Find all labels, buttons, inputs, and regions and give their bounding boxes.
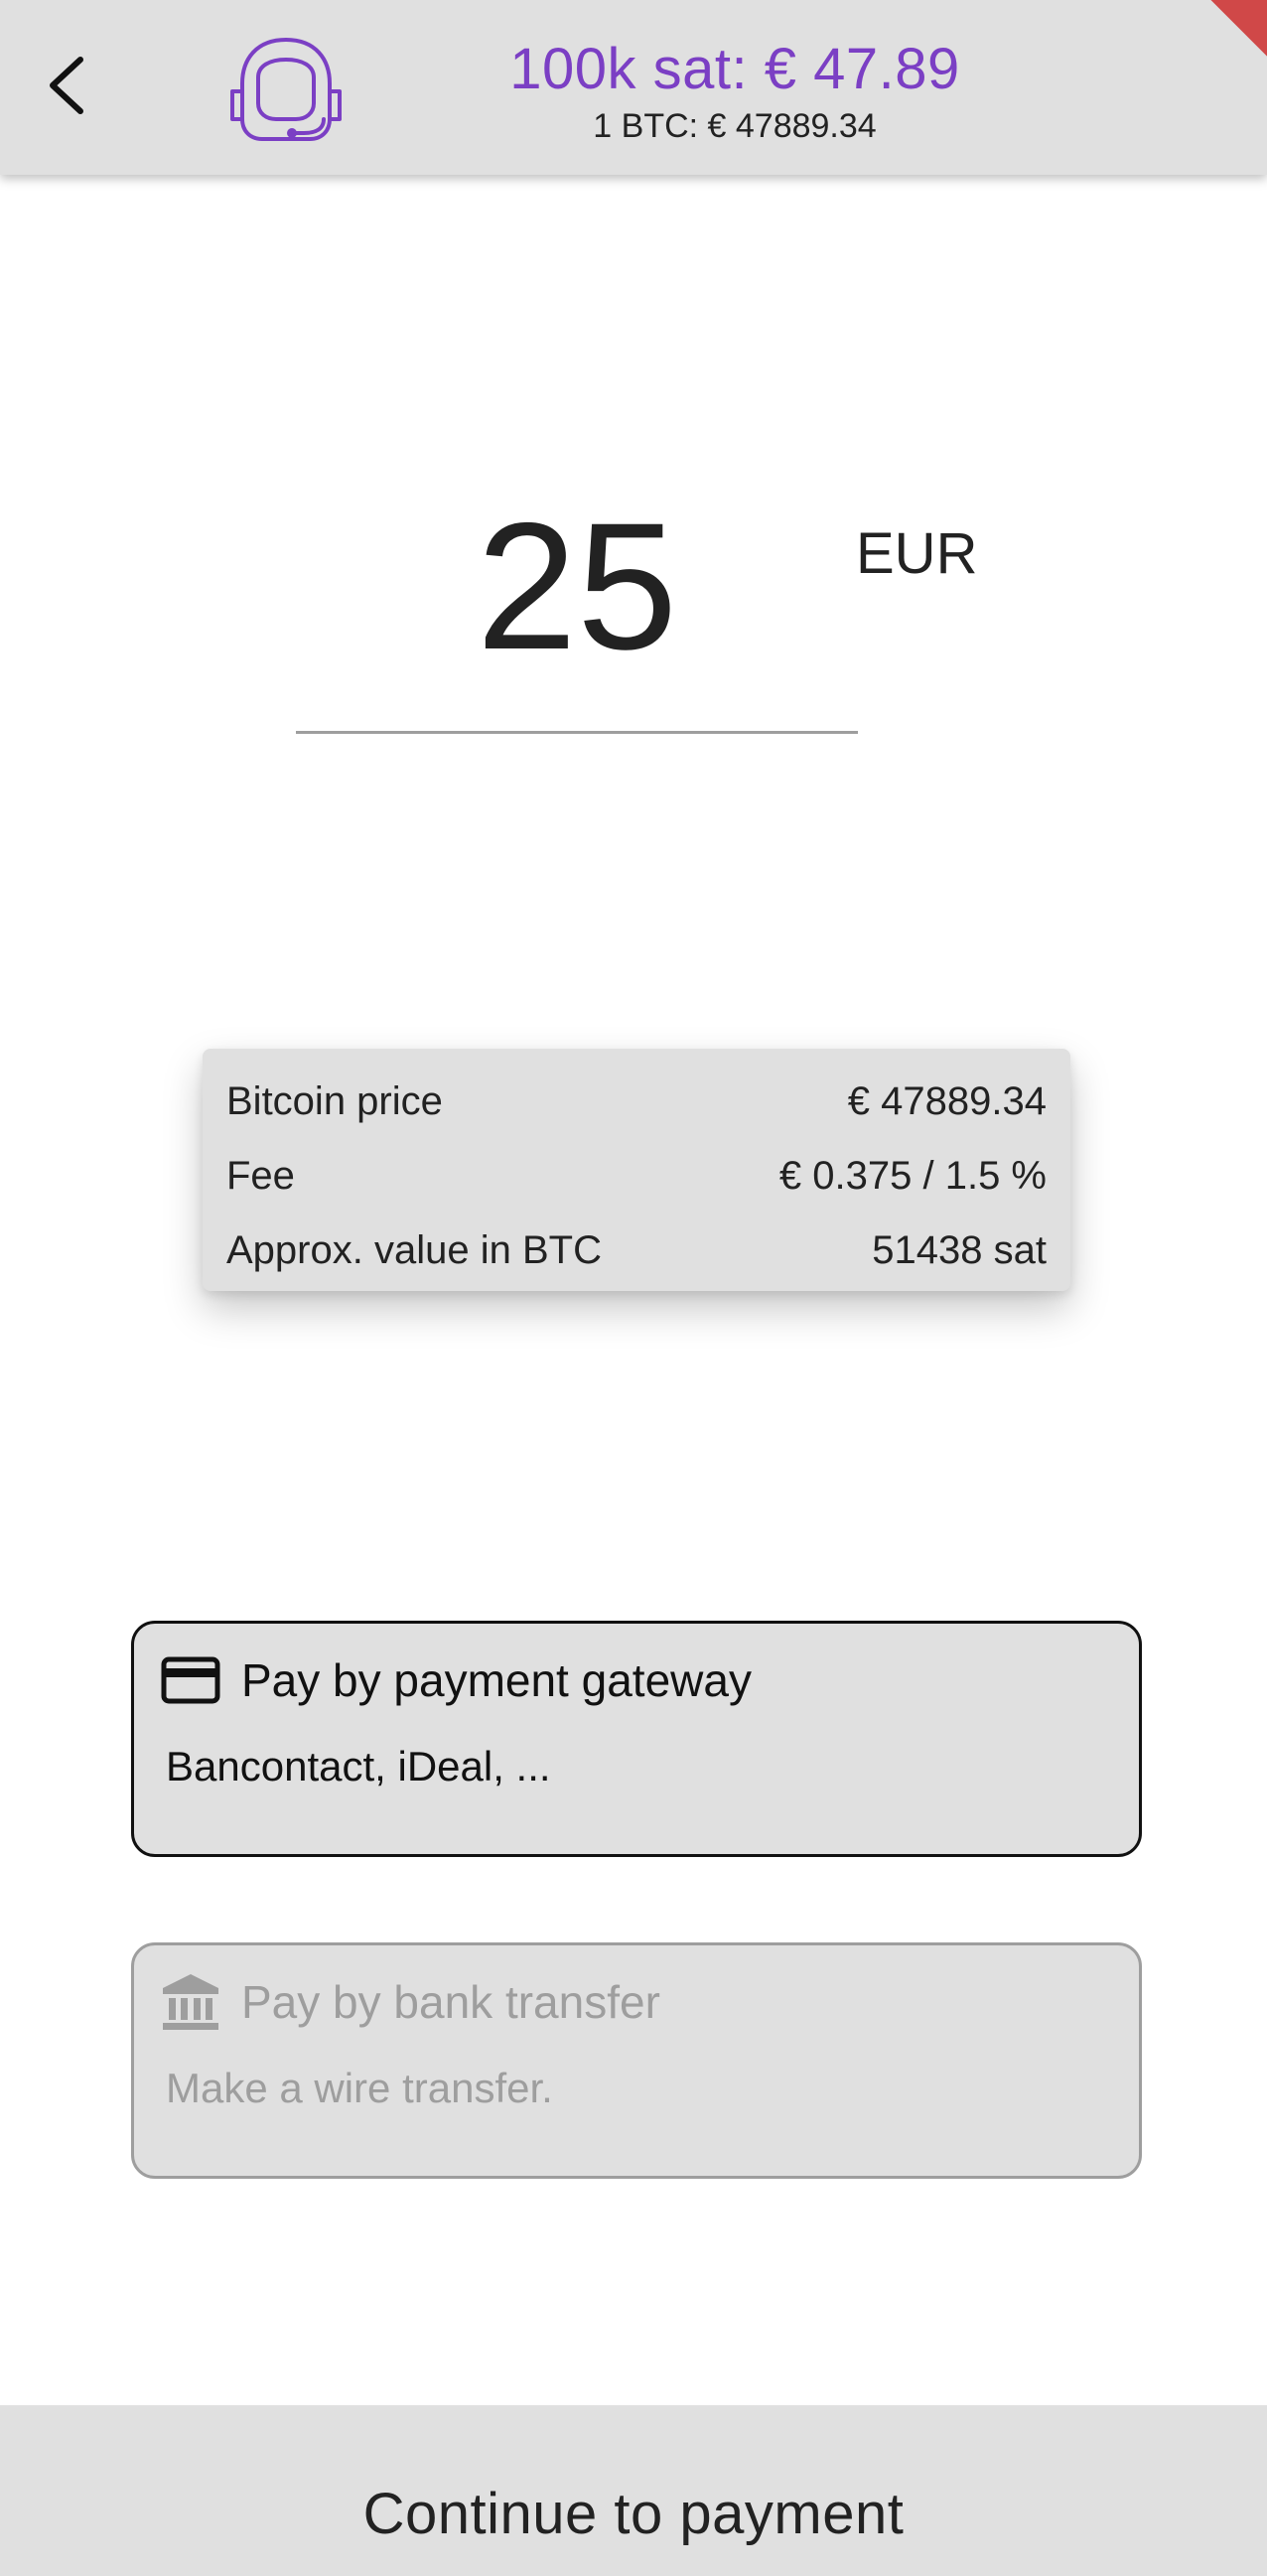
summary-label: Approx. value in BTC: [226, 1228, 602, 1272]
summary-value: € 0.375 / 1.5 %: [778, 1154, 1047, 1198]
summary-value: € 47889.34: [847, 1079, 1047, 1123]
summary-row-btc-value: Approx. value in BTC 51438 sat: [226, 1214, 1047, 1288]
bank-icon: [160, 1971, 221, 2033]
currency-label: EUR: [856, 521, 978, 586]
btc-price-subtitle: 1 BTC: € 47889.34: [593, 107, 877, 145]
option-title-row: Pay by bank transfer: [160, 1969, 660, 2035]
amount-input-underline: [296, 731, 858, 734]
payment-option-gateway[interactable]: Pay by payment gateway Bancontact, iDeal…: [131, 1621, 1142, 1857]
amount-input[interactable]: 25: [296, 477, 858, 695]
summary-label: Bitcoin price: [226, 1079, 443, 1123]
payment-option-bank-transfer[interactable]: Pay by bank transfer Make a wire transfe…: [131, 1942, 1142, 2179]
summary-row-fee: Fee € 0.375 / 1.5 %: [226, 1139, 1047, 1214]
credit-card-icon: [160, 1649, 221, 1711]
back-button[interactable]: [22, 38, 109, 137]
chevron-left-icon: [43, 54, 88, 122]
price-summary-card: Bitcoin price € 47889.34 Fee € 0.375 / 1…: [203, 1049, 1070, 1291]
summary-label: Fee: [226, 1154, 295, 1198]
continue-button-label: Continue to payment: [362, 2482, 905, 2546]
option-description: Bancontact, iDeal, ...: [166, 1743, 551, 1789]
astronaut-helmet-icon: [228, 38, 344, 149]
continue-to-payment-button[interactable]: Continue to payment: [0, 2405, 1267, 2576]
sat-price-title: 100k sat: € 47.89: [509, 37, 960, 101]
summary-row-bitcoin-price: Bitcoin price € 47889.34: [226, 1065, 1047, 1139]
option-title-row: Pay by payment gateway: [160, 1647, 752, 1713]
debug-ribbon: [1210, 0, 1267, 57]
app-bar: 100k sat: € 47.89 1 BTC: € 47889.34: [0, 0, 1267, 175]
summary-value: 51438 sat: [872, 1228, 1047, 1272]
option-description: Make a wire transfer.: [166, 2065, 553, 2111]
avatar-button[interactable]: [228, 36, 344, 145]
option-title: Pay by payment gateway: [241, 1654, 752, 1706]
option-title: Pay by bank transfer: [241, 1976, 660, 2028]
